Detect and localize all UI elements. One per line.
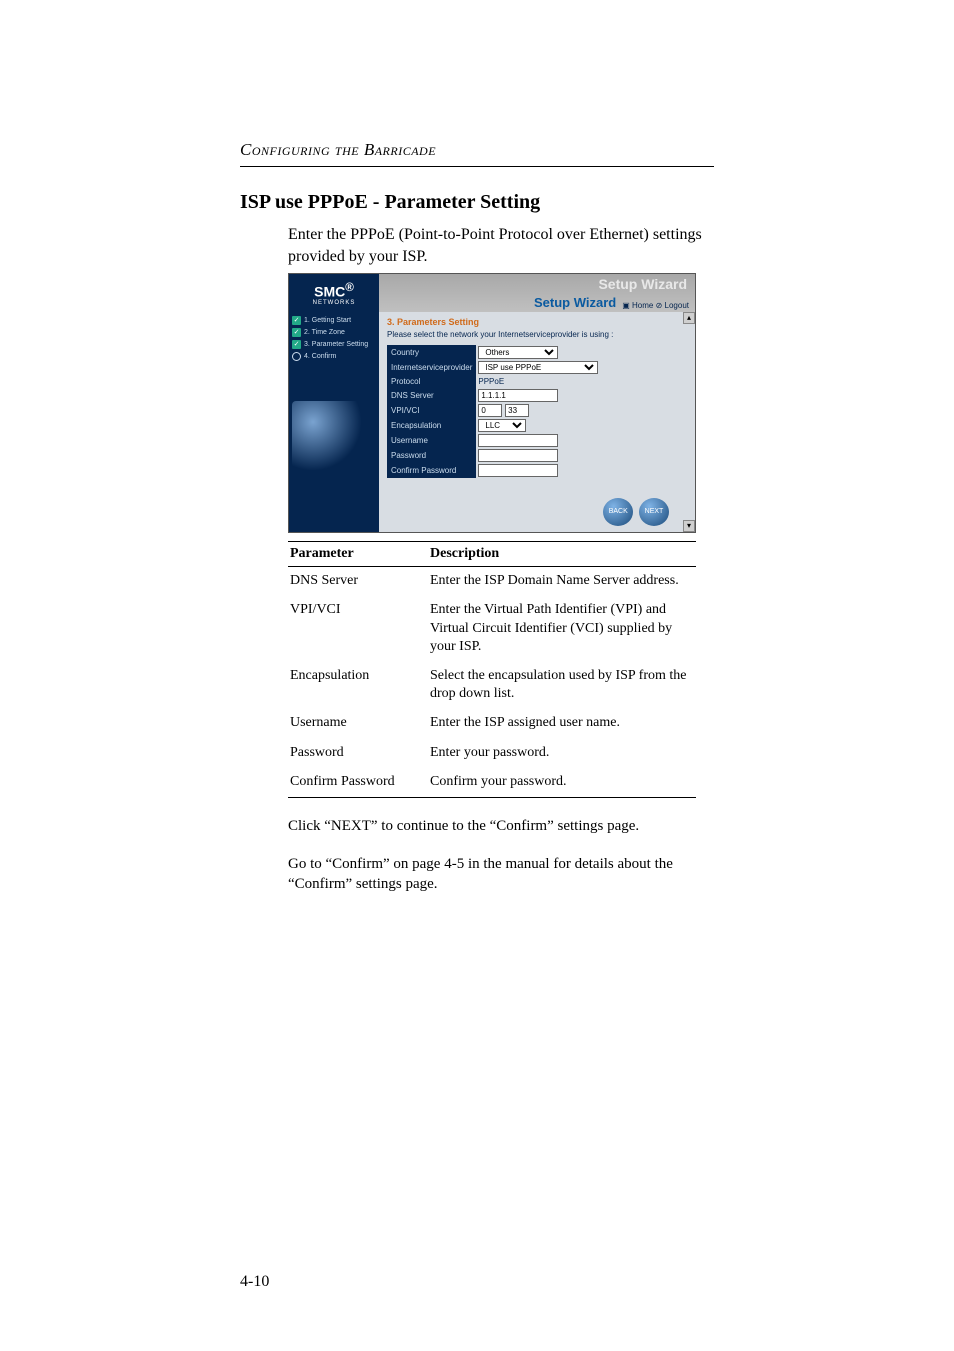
body-paragraph-2: Go to “Confirm” on page 4-5 in the manua… xyxy=(288,854,696,895)
th-parameter: Parameter xyxy=(288,542,428,567)
header-rule xyxy=(240,166,714,167)
vpi-input[interactable] xyxy=(478,404,502,417)
setup-wizard-screenshot: SMC® NETWORKS Setup Wizard Setup Wizard … xyxy=(288,273,696,533)
sidebar: ✓1. Getting Start ✓2. Time Zone ✓3. Para… xyxy=(289,312,379,532)
section-title: ISP use PPPoE - Parameter Setting xyxy=(240,191,714,214)
sidebar-item-4[interactable]: 4. Confirm xyxy=(292,352,376,361)
table-row: DNS ServerEnter the ISP Domain Name Serv… xyxy=(288,567,696,597)
protocol-label: Protocol xyxy=(387,375,476,388)
protocol-value: PPPoE xyxy=(476,375,598,388)
title-area: Setup Wizard Setup Wizard ▣ Home ⊘ Logou… xyxy=(379,274,695,312)
screenshot-top-bar: SMC® NETWORKS Setup Wizard Setup Wizard … xyxy=(289,274,695,312)
next-button[interactable]: NEXT xyxy=(639,498,669,526)
nav-buttons: BACK NEXT xyxy=(387,498,687,526)
check-icon: ✓ xyxy=(292,316,301,325)
radio-icon xyxy=(292,352,301,361)
sidebar-item-2[interactable]: ✓2. Time Zone xyxy=(292,328,376,337)
home-link[interactable]: Home xyxy=(632,301,653,310)
logo-subtext: NETWORKS xyxy=(313,300,356,306)
isp-label: Internetserviceprovider xyxy=(387,360,476,375)
isp-select[interactable]: ISP use PPPoE xyxy=(478,361,598,374)
password-label: Password xyxy=(387,448,476,463)
main-panel: ▴ 3. Parameters Setting Please select th… xyxy=(379,312,695,532)
check-icon: ✓ xyxy=(292,340,301,349)
scroll-up[interactable]: ▴ xyxy=(683,312,695,324)
sidebar-art xyxy=(292,401,362,471)
screenshot-body: ✓1. Getting Start ✓2. Time Zone ✓3. Para… xyxy=(289,312,695,532)
confirm-password-label: Confirm Password xyxy=(387,463,476,478)
body-paragraph-1: Click “NEXT” to continue to the “Confirm… xyxy=(288,816,696,836)
page-number: 4-10 xyxy=(240,1273,269,1291)
confirm-password-input[interactable] xyxy=(478,464,558,477)
table-row: Confirm PasswordConfirm your password. xyxy=(288,768,696,798)
password-input[interactable] xyxy=(478,449,558,462)
th-description: Description xyxy=(428,542,696,567)
country-select[interactable]: Others xyxy=(478,346,558,359)
username-label: Username xyxy=(387,433,476,448)
logo-text: SMC® xyxy=(314,281,354,300)
vpivci-label: VPI/VCI xyxy=(387,403,476,418)
encap-select[interactable]: LLC xyxy=(478,419,526,432)
panel-subtitle: Please select the network your Internets… xyxy=(387,330,687,339)
smc-logo: SMC® NETWORKS xyxy=(289,274,379,312)
home-icon[interactable]: ▣ xyxy=(622,301,632,310)
table-row: VPI/VCIEnter the Virtual Path Identifier… xyxy=(288,596,696,662)
intro-text: Enter the PPPoE (Point-to-Point Protocol… xyxy=(288,224,714,267)
sidebar-item-1[interactable]: ✓1. Getting Start xyxy=(292,316,376,325)
back-button[interactable]: BACK xyxy=(603,498,633,526)
main-title: Setup Wizard xyxy=(598,276,687,292)
table-row: UsernameEnter the ISP assigned user name… xyxy=(288,709,696,738)
settings-form: CountryOthers InternetserviceproviderISP… xyxy=(387,345,598,478)
running-header: Configuring the Barricade xyxy=(240,140,714,160)
logout-link[interactable]: Logout xyxy=(665,301,689,310)
table-row: EncapsulationSelect the encapsulation us… xyxy=(288,662,696,709)
username-input[interactable] xyxy=(478,434,558,447)
top-links: ▣ Home ⊘ Logout xyxy=(622,301,689,310)
panel-title: 3. Parameters Setting xyxy=(387,317,687,327)
scroll-down[interactable]: ▾ xyxy=(683,520,695,532)
sub-title: Setup Wizard xyxy=(534,295,616,310)
sidebar-item-3[interactable]: ✓3. Parameter Setting xyxy=(292,340,376,349)
check-icon: ✓ xyxy=(292,328,301,337)
parameter-table: Parameter Description DNS ServerEnter th… xyxy=(288,541,696,798)
table-row: PasswordEnter your password. xyxy=(288,739,696,768)
dns-label: DNS Server xyxy=(387,388,476,403)
vci-input[interactable] xyxy=(505,404,529,417)
encap-label: Encapsulation xyxy=(387,418,476,433)
logout-icon[interactable]: ⊘ xyxy=(656,301,665,310)
dns-input[interactable] xyxy=(478,389,558,402)
country-label: Country xyxy=(387,345,476,360)
